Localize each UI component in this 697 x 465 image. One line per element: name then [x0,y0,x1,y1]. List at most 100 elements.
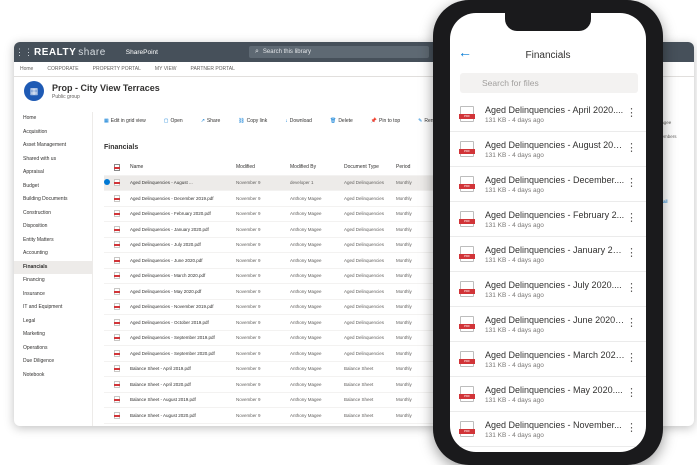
table-row[interactable]: Aged Delinquencies - January 2020.pdf Nov… [104,222,454,238]
phone-file-item[interactable]: Aged Delinquencies - October 20...131 KB… [450,447,646,452]
more-options-icon[interactable]: ⋮ [626,106,637,119]
command-button[interactable]: 📌 Pin to top [371,118,409,124]
table-row[interactable]: Aged Delinquencies - July 2020.pdf Novemb… [104,238,454,253]
more-options-icon[interactable]: ⋮ [626,351,637,364]
file-name[interactable]: Aged Delinquencies - December 2019.pdf [130,196,236,201]
phone-search-input[interactable]: Search for files [460,73,638,93]
more-options-icon[interactable]: ⋮ [626,386,637,399]
table-row[interactable]: Aged Delinquencies - February 2020.pdf No… [104,207,454,222]
phone-file-item[interactable]: Aged Delinquencies - July 2020....131 KB… [450,272,646,307]
table-row[interactable]: Balance Sheet - August 2019.pdf November … [104,393,454,408]
phone-file-item[interactable]: Aged Delinquencies - April 2020....131 K… [450,97,646,132]
command-button[interactable]: ▦ Edit in grid view [104,118,155,124]
left-nav-item[interactable]: IT and Equipment [14,301,92,315]
command-button[interactable]: ▢ Open [164,118,192,124]
col-document-type[interactable]: Document Type [344,164,396,170]
table-row[interactable]: Aged Delinquencies - May 2020.pdf Novembe… [104,284,454,300]
col-period[interactable]: Period [396,164,436,170]
file-name[interactable]: Balance Sheet - April 2020.pdf [130,382,236,387]
command-button[interactable]: ⛓ Copy link [238,118,276,124]
left-nav-item[interactable]: Due Diligence [14,355,92,369]
file-name[interactable]: Aged Delinquencies - July 2020.pdf [130,242,236,247]
hub-nav-item[interactable]: PARTNER PORTAL [191,66,235,72]
phone-file-item[interactable]: Aged Delinquencies - August 2020...131 K… [450,132,646,167]
more-options-icon[interactable]: ⋮ [626,141,637,154]
table-row[interactable]: Aged Delinquencies - October 2019.pdf Nov… [104,315,454,331]
left-nav-item[interactable]: Entity Matters [14,234,92,248]
more-options-icon[interactable]: ⋮ [626,246,637,259]
table-row[interactable]: Balance Sheet - April 2020.pdf November 9… [104,377,454,393]
file-name[interactable]: Aged Delinquencies - January 2020.pdf [130,227,236,232]
hub-nav-item[interactable]: Home [20,66,33,72]
file-name[interactable]: Aged Delinquencies - September 2020.pdf [130,351,236,356]
left-nav-item[interactable]: Asset Management [14,139,92,153]
command-button[interactable]: ↗ Share [201,118,230,124]
left-nav-item[interactable]: Disposition [14,220,92,234]
col-modified-by[interactable]: Modified By [290,164,344,170]
pdf-icon [459,421,475,437]
table-row[interactable]: Aged Delinquencies - August ... November … [104,175,454,191]
phone-file-item[interactable]: Aged Delinquencies - March 2020...131 KB… [450,342,646,377]
file-name[interactable]: Aged Delinquencies - March 2020.pdf [130,273,236,278]
file-name[interactable]: Balance Sheet - August 2019.pdf [130,397,236,402]
phone-file-item[interactable]: Aged Delinquencies - December....131 KB … [450,167,646,202]
hub-nav-item[interactable]: PROPERTY PORTAL [93,66,141,72]
left-nav-item[interactable]: Construction [14,207,92,221]
hub-nav-item[interactable]: MY VIEW [155,66,177,72]
phone-file-item[interactable]: Aged Delinquencies - May 2020....131 KB … [450,377,646,412]
more-options-icon[interactable]: ⋮ [626,421,637,434]
phone-file-item[interactable]: Aged Delinquencies - January 20...131 KB… [450,237,646,272]
file-name[interactable]: Aged Delinquencies - June 2020.pdf [130,258,236,263]
more-options-icon[interactable]: ⋮ [626,211,637,224]
col-modified[interactable]: Modified [236,164,290,170]
left-nav-item[interactable]: Budget [14,180,92,194]
file-period: Monthly [396,366,412,372]
file-name[interactable]: Aged Delinquencies - August ... [130,180,236,185]
left-nav-item[interactable]: Financing [14,274,92,288]
app-launcher-icon[interactable]: ⋮⋮ [14,42,34,62]
search-box[interactable]: ⌕ Search this library [249,46,429,58]
left-nav-item[interactable]: Financials [14,260,92,274]
more-options-icon[interactable]: ⋮ [626,176,637,189]
table-row[interactable]: Aged Delinquencies - November 2019.pdf No… [104,300,454,315]
left-nav-item[interactable]: Insurance [14,288,92,302]
file-name[interactable]: Balance Sheet - August 2020.pdf [130,413,236,418]
more-options-icon[interactable]: ⋮ [626,316,637,329]
left-nav-item[interactable]: Notebook [14,369,92,383]
command-button[interactable]: 🗑 Delete [330,118,362,124]
left-nav-item[interactable]: Shared with us [14,153,92,167]
file-name[interactable]: Aged Delinquencies - May 2020.pdf [130,289,236,294]
phone-file-item[interactable]: Aged Delinquencies - June 2020....131 KB… [450,307,646,342]
col-name[interactable]: Name [130,164,236,170]
hub-nav-item[interactable]: CORPORATE [47,66,78,72]
left-nav-item[interactable]: Marketing [14,328,92,342]
more-options-icon[interactable]: ⋮ [626,281,637,294]
left-nav-item[interactable]: Operations [14,342,92,356]
table-row[interactable]: Balance Sheet - August 2020.pdf November … [104,408,454,424]
left-nav-item[interactable]: Acquisition [14,126,92,140]
left-nav-item[interactable]: Legal [14,315,92,329]
left-nav-item[interactable]: Building Documents [14,193,92,207]
table-row[interactable]: Aged Delinquencies - June 2020.pdf Novemb… [104,253,454,269]
search-placeholder: Search this library [262,49,311,55]
table-row[interactable]: Aged Delinquencies - December 2019.pdf No… [104,191,454,207]
table-row[interactable]: Aged Delinquencies - March 2020.pdf Novem… [104,269,454,284]
phone-file-item[interactable]: Aged Delinquencies - November...131 KB -… [450,412,646,447]
left-nav-item[interactable]: Home [14,112,92,126]
selected-check-icon[interactable] [104,179,110,186]
brand-logo[interactable]: REALTY share [34,47,106,58]
left-nav-item[interactable]: Appraisal [14,166,92,180]
file-name[interactable]: Aged Delinquencies - October 2019.pdf [130,320,236,325]
file-name[interactable]: Balance Sheet - April 2019.pdf [130,366,236,371]
phone-file-item[interactable]: Aged Delinquencies - February 2...131 KB… [450,202,646,237]
left-nav-item[interactable]: Accounting [14,247,92,261]
file-name[interactable]: Aged Delinquencies - November 2019.pdf [130,304,236,309]
command-button[interactable]: ↓ Download [285,118,321,124]
file-name[interactable]: Aged Delinquencies - February 2020.pdf [130,211,236,216]
file-name[interactable]: Aged Delinquencies - September 2019.pdf [130,335,236,340]
table-row[interactable]: Balance Sheet - April 2019.pdf November 9… [104,362,454,377]
table-row[interactable]: Aged Delinquencies - September 2019.pdf N… [104,331,454,346]
table-row[interactable]: Aged Delinquencies - September 2020.pdf N… [104,346,454,362]
app-name[interactable]: SharePoint [126,49,158,56]
site-title[interactable]: Prop - City View Terraces [52,83,160,93]
